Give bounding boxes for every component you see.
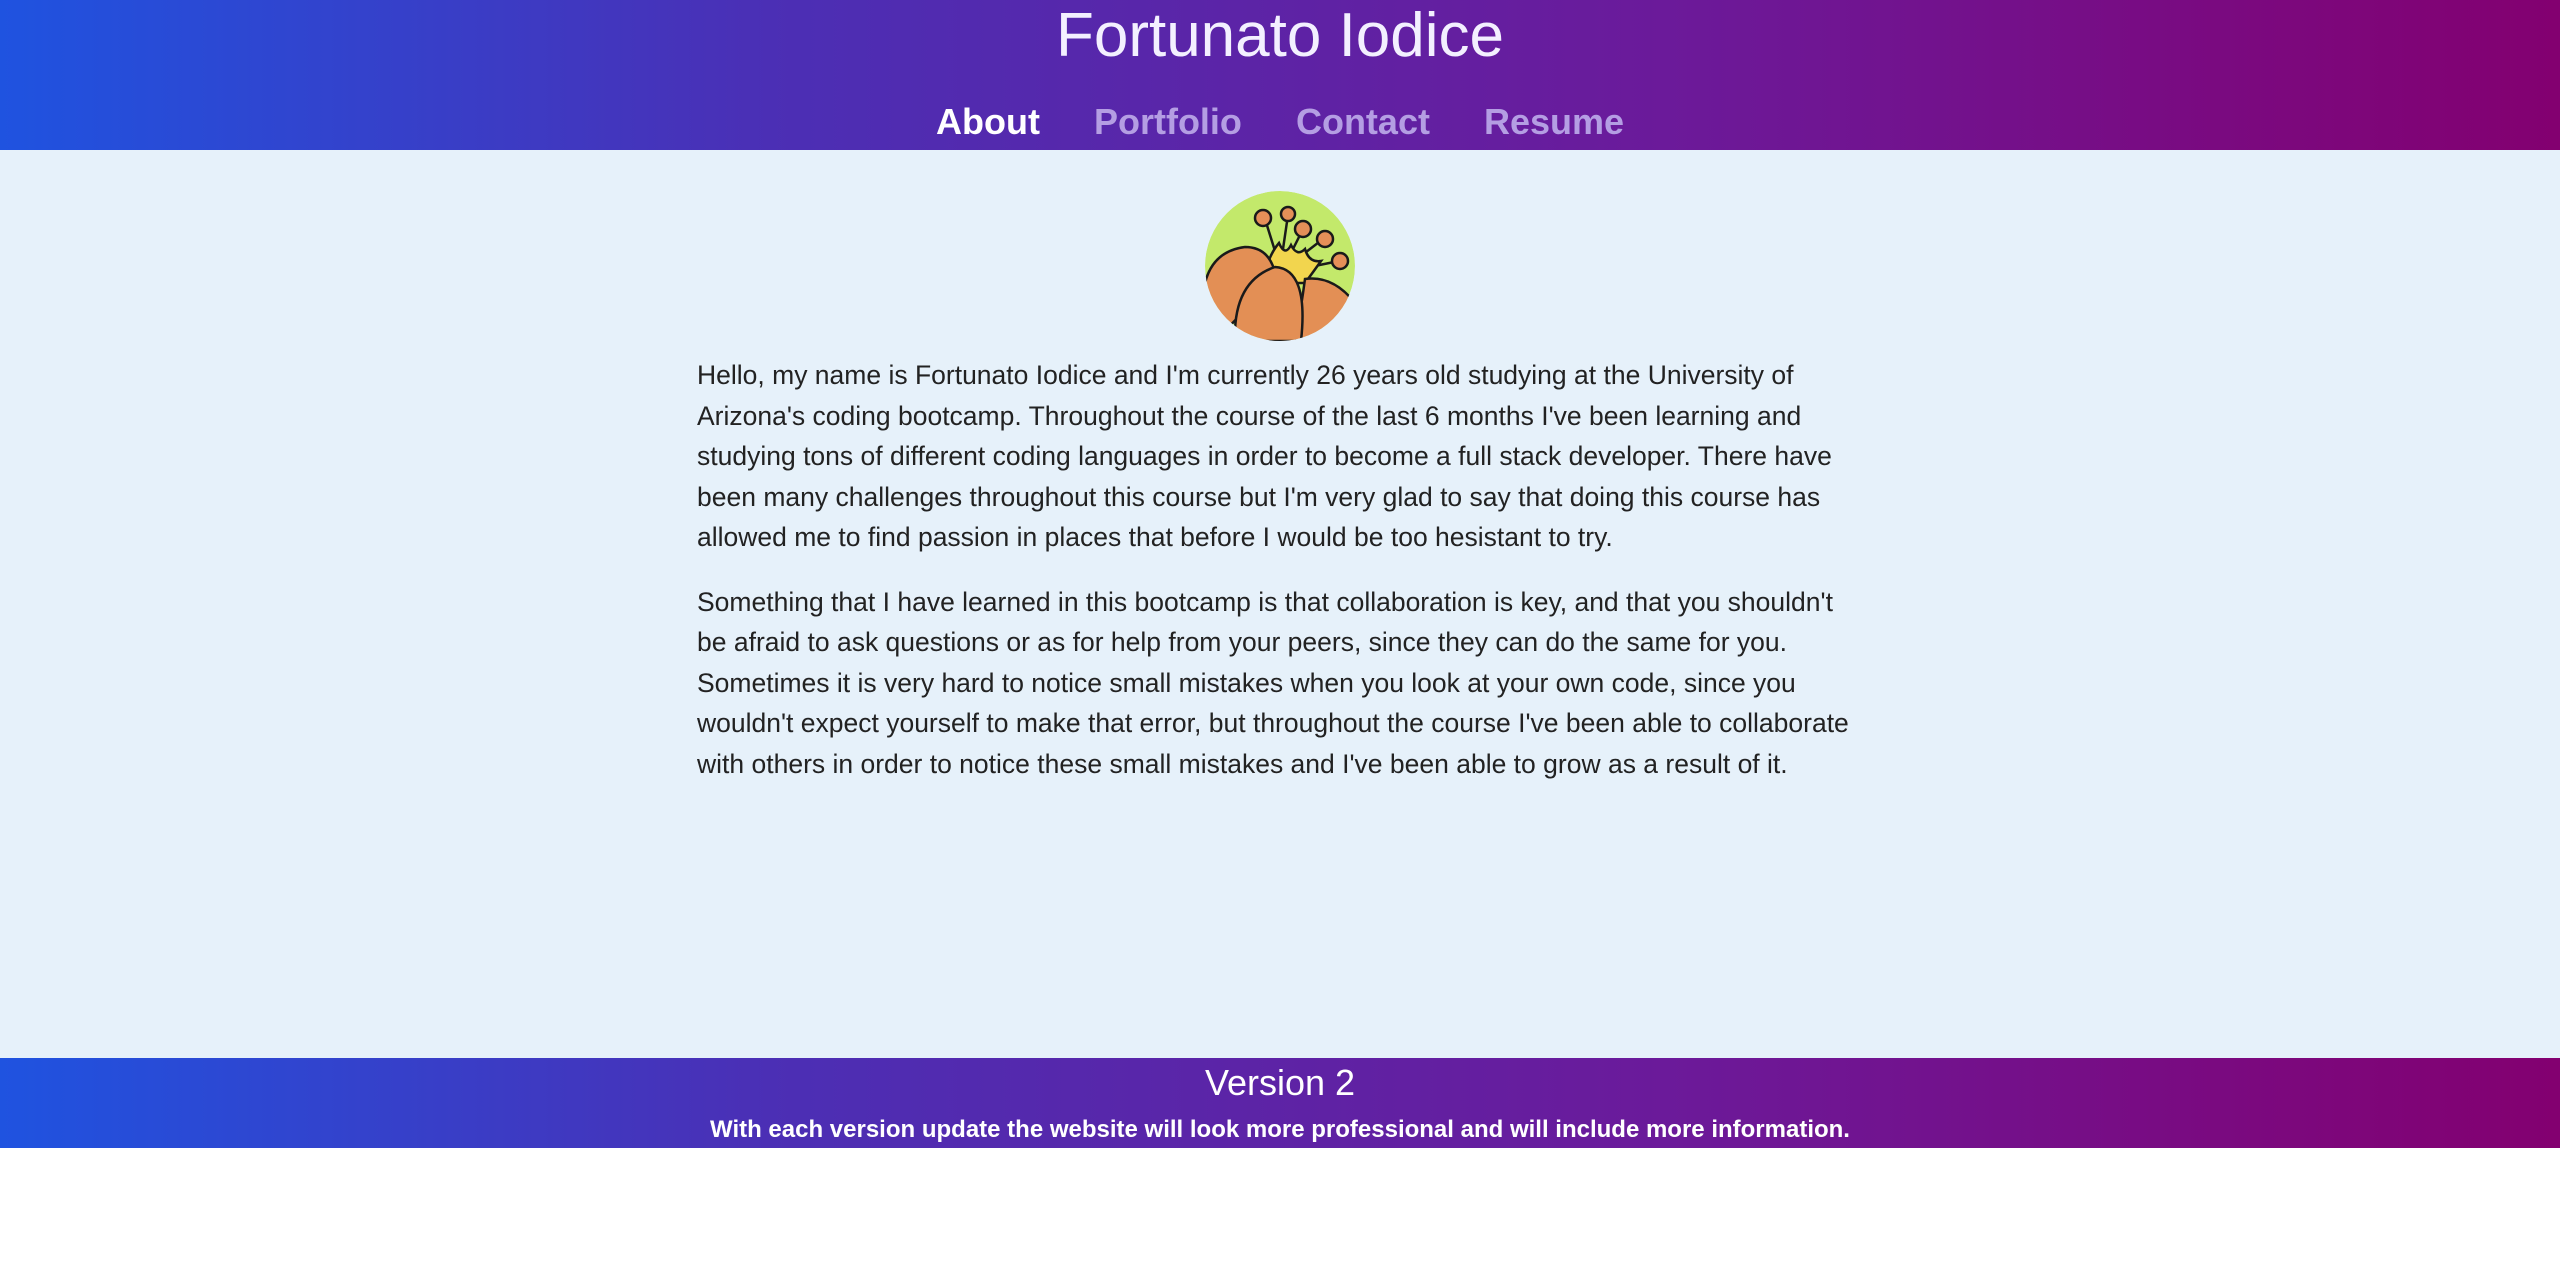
- site-footer: Version 2 With each version update the w…: [0, 1058, 2560, 1148]
- nav-link-portfolio[interactable]: Portfolio: [1094, 100, 1242, 144]
- site-title: Fortunato Iodice: [1055, 1, 1505, 70]
- bio-paragraph: Something that I have learned in this bo…: [697, 586, 1849, 779]
- footer-note: With each version update the website wil…: [710, 1116, 1850, 1143]
- flower-avatar-icon: [1205, 191, 1355, 341]
- nav-link-about[interactable]: About: [936, 100, 1040, 144]
- site-header: Fortunato Iodice About Portfolio Contact…: [0, 0, 2560, 150]
- footer-version: Version 2: [1204, 1062, 1356, 1103]
- about-bio: Hello, my name is Fortunato Iodice and I…: [697, 355, 1863, 808]
- bio-paragraph: Hello, my name is Fortunato Iodice and I…: [697, 360, 1832, 552]
- about-section: Hello, my name is Fortunato Iodice and I…: [0, 150, 2560, 1058]
- main-nav: About Portfolio Contact Resume: [0, 100, 2560, 144]
- nav-link-contact[interactable]: Contact: [1296, 100, 1430, 144]
- nav-link-resume[interactable]: Resume: [1484, 100, 1624, 144]
